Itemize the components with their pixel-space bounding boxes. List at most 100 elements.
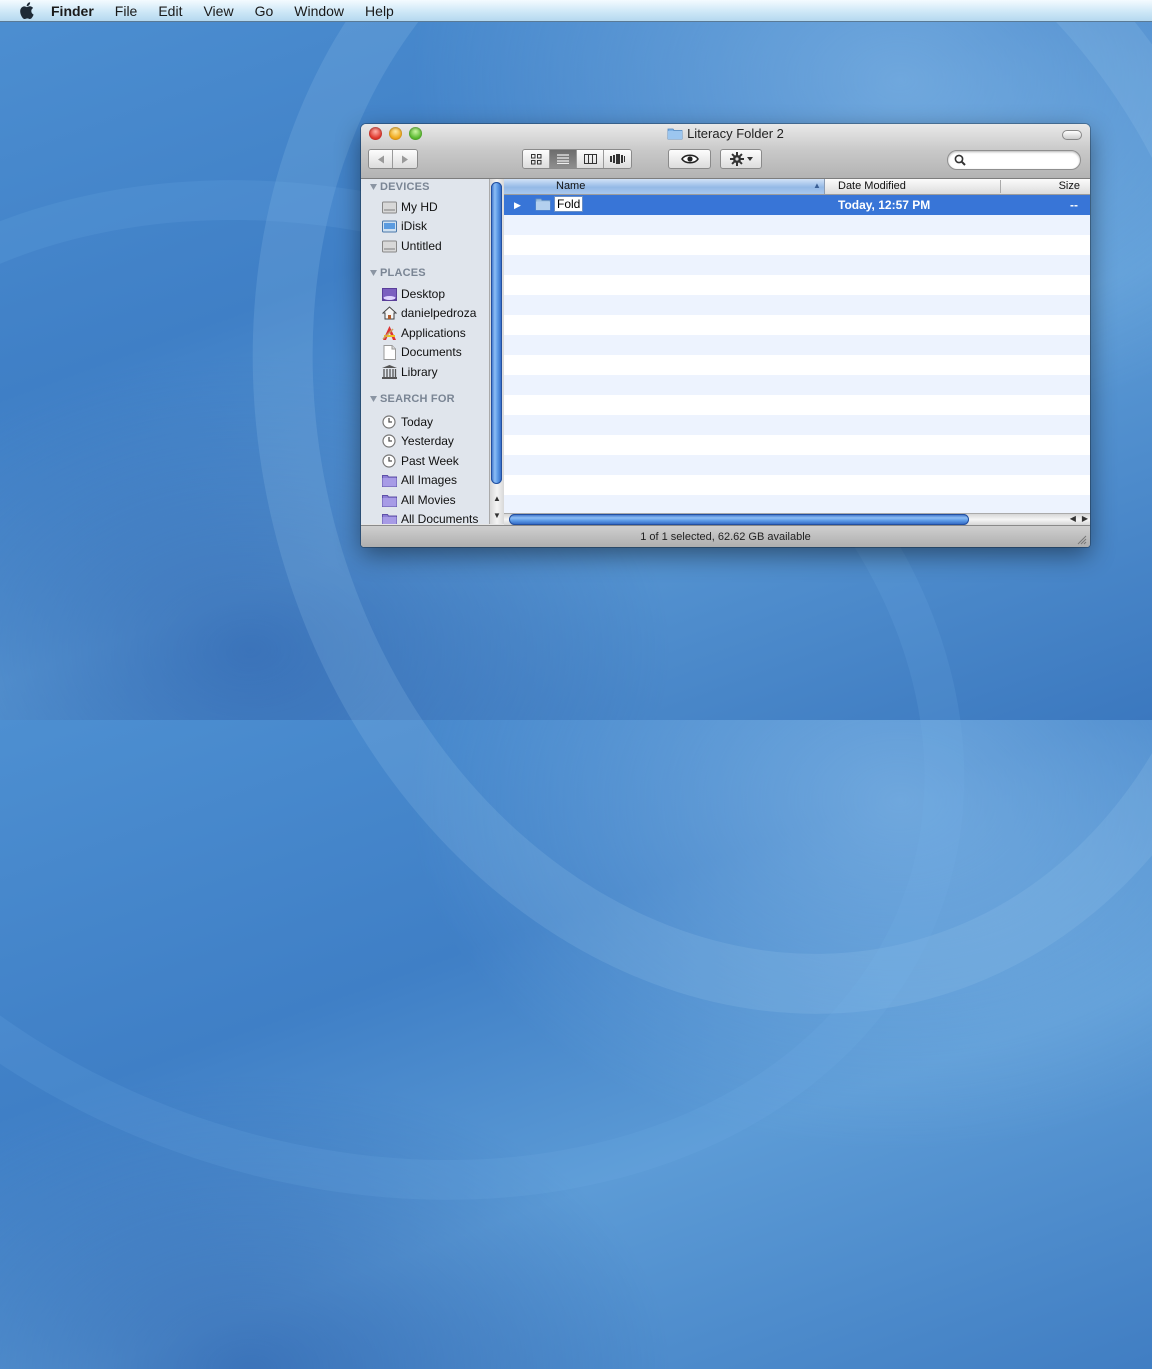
back-button[interactable] bbox=[369, 150, 393, 168]
cover-flow-icon bbox=[610, 154, 625, 164]
chevron-down-icon bbox=[746, 157, 753, 161]
action-menu-button[interactable] bbox=[720, 149, 762, 169]
size-cell: -- bbox=[1070, 198, 1078, 212]
folder-icon bbox=[535, 198, 551, 211]
scroll-down-button[interactable]: ▼ bbox=[490, 508, 504, 522]
search-input[interactable] bbox=[970, 153, 1074, 169]
table-row[interactable]: ▶ Fold Today, 12:57 PM -- bbox=[504, 195, 1090, 215]
sidebar-item-library[interactable]: Library bbox=[381, 363, 438, 381]
empty-row bbox=[504, 375, 1090, 395]
search-icon bbox=[954, 154, 966, 166]
sidebar-item-my-hd[interactable]: My HD bbox=[381, 198, 438, 216]
title-bar[interactable]: Literacy Folder 2 bbox=[361, 124, 1090, 179]
apple-logo-icon bbox=[19, 2, 34, 19]
sidebar: DEVICES My HD iDisk Untitled PLACES Desk… bbox=[361, 179, 489, 524]
desktop-icon bbox=[381, 287, 397, 301]
scroll-right-button[interactable]: ▶ bbox=[1082, 514, 1088, 523]
icon-view-button[interactable] bbox=[523, 150, 550, 168]
search-field[interactable] bbox=[947, 150, 1081, 170]
empty-row bbox=[504, 215, 1090, 235]
column-view-icon bbox=[583, 154, 597, 164]
sort-ascending-icon: ▲ bbox=[813, 181, 821, 190]
status-bar: 1 of 1 selected, 62.62 GB available bbox=[361, 525, 1090, 547]
sidebar-section-search-for[interactable]: SEARCH FOR bbox=[370, 393, 455, 405]
view-mode-buttons bbox=[522, 149, 632, 169]
quick-look-button[interactable] bbox=[668, 149, 711, 169]
empty-row bbox=[504, 295, 1090, 315]
sidebar-item-untitled[interactable]: Untitled bbox=[381, 237, 442, 255]
sidebar-item-home[interactable]: danielpedroza bbox=[381, 304, 476, 322]
idisk-icon bbox=[381, 220, 397, 232]
window-title: Literacy Folder 2 bbox=[361, 126, 1090, 141]
horizontal-scroll-arrows: ◀ ▶ bbox=[1070, 514, 1088, 523]
column-view-button[interactable] bbox=[577, 150, 604, 168]
smart-folder-icon bbox=[381, 474, 397, 487]
empty-row bbox=[504, 455, 1090, 475]
resize-grip-icon[interactable] bbox=[1076, 534, 1087, 545]
forward-arrow-icon bbox=[402, 155, 408, 163]
back-arrow-icon bbox=[377, 155, 384, 163]
menu-window[interactable]: Window bbox=[294, 3, 344, 19]
column-header-size[interactable]: Size bbox=[1059, 180, 1080, 192]
sidebar-item-desktop[interactable]: Desktop bbox=[381, 285, 445, 303]
sidebar-scroll-thumb[interactable] bbox=[491, 182, 502, 484]
sidebar-item-applications[interactable]: Applications bbox=[381, 324, 466, 342]
gear-icon bbox=[729, 152, 744, 166]
disclosure-triangle-icon bbox=[370, 396, 377, 402]
smart-folder-icon bbox=[381, 513, 397, 524]
smart-folder-icon bbox=[381, 494, 397, 507]
disclosure-triangle-icon bbox=[370, 270, 377, 276]
menu-bar: Finder File Edit View Go Window Help bbox=[0, 0, 1152, 22]
empty-row bbox=[504, 255, 1090, 275]
menu-file[interactable]: File bbox=[115, 3, 138, 19]
sidebar-item-idisk[interactable]: iDisk bbox=[381, 217, 427, 235]
empty-row bbox=[504, 415, 1090, 435]
sidebar-section-devices[interactable]: DEVICES bbox=[370, 181, 430, 193]
documents-icon bbox=[383, 344, 396, 360]
empty-row bbox=[504, 495, 1090, 513]
disclosure-triangle-icon bbox=[370, 184, 377, 190]
hard-drive-icon bbox=[381, 201, 397, 213]
sidebar-item-documents[interactable]: Documents bbox=[381, 343, 462, 361]
horizontal-scroll-thumb[interactable] bbox=[509, 514, 969, 525]
file-list: Name ▲ Date Modified Size ▶ Fold Today, … bbox=[504, 179, 1090, 513]
navigation-buttons bbox=[368, 149, 418, 169]
scroll-left-button[interactable]: ◀ bbox=[1070, 514, 1076, 523]
eye-icon bbox=[680, 154, 699, 164]
apple-menu[interactable] bbox=[17, 2, 35, 20]
sidebar-item-today[interactable]: Today bbox=[381, 413, 433, 431]
sidebar-item-all-documents[interactable]: All Documents bbox=[381, 510, 478, 524]
disclosure-triangle-icon[interactable]: ▶ bbox=[514, 200, 521, 211]
column-header-date-modified[interactable]: Date Modified bbox=[838, 180, 906, 192]
home-icon bbox=[381, 306, 397, 320]
icon-view-icon bbox=[530, 153, 541, 164]
sidebar-section-places[interactable]: PLACES bbox=[370, 267, 426, 279]
column-divider[interactable] bbox=[1000, 180, 1001, 193]
list-view-button[interactable] bbox=[550, 150, 577, 168]
forward-button[interactable] bbox=[393, 150, 417, 168]
scroll-up-button[interactable]: ▲ bbox=[490, 491, 504, 505]
column-header-name[interactable]: Name bbox=[504, 179, 825, 194]
filename-edit-field[interactable]: Fold bbox=[555, 197, 583, 211]
clock-icon bbox=[382, 454, 396, 468]
empty-row bbox=[504, 335, 1090, 355]
sidebar-item-all-images[interactable]: All Images bbox=[381, 471, 457, 489]
folder-icon bbox=[667, 128, 683, 140]
clock-icon bbox=[382, 434, 396, 448]
horizontal-scrollbar[interactable]: ◀ ▶ bbox=[504, 513, 1090, 525]
menu-finder[interactable]: Finder bbox=[51, 3, 94, 19]
sidebar-item-past-week[interactable]: Past Week bbox=[381, 452, 459, 470]
column-headers: Name ▲ Date Modified Size bbox=[504, 179, 1090, 195]
sidebar-scrollbar[interactable]: ▲ ▼ bbox=[489, 179, 504, 524]
menu-view[interactable]: View bbox=[203, 3, 233, 19]
menu-edit[interactable]: Edit bbox=[158, 3, 182, 19]
date-modified-cell: Today, 12:57 PM bbox=[838, 198, 931, 212]
toolbar-toggle-button[interactable] bbox=[1062, 130, 1082, 140]
cover-flow-view-button[interactable] bbox=[604, 150, 631, 168]
sidebar-item-yesterday[interactable]: Yesterday bbox=[381, 432, 454, 450]
menu-go[interactable]: Go bbox=[255, 3, 274, 19]
menu-help[interactable]: Help bbox=[365, 3, 394, 19]
finder-window: Literacy Folder 2 DEVICES My HD iDisk Un… bbox=[361, 124, 1090, 547]
sidebar-item-all-movies[interactable]: All Movies bbox=[381, 491, 456, 509]
clock-icon bbox=[382, 415, 396, 429]
